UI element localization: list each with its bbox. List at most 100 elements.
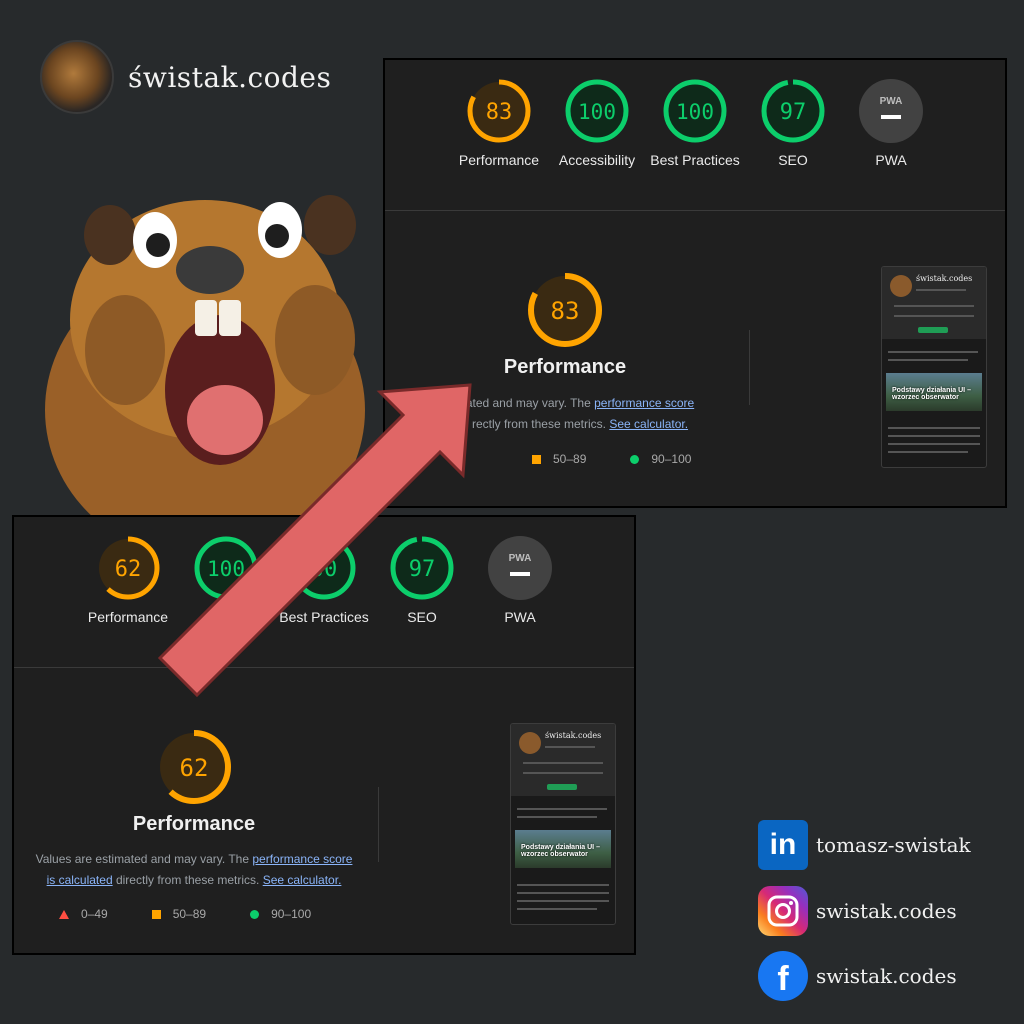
gauge-label: Acc bbox=[214, 609, 238, 625]
score-gauges: 83 Performance 100 Accessibility 100 Best Pra… bbox=[385, 76, 1005, 216]
score-legend: 0–49 50–89 90–100 bbox=[59, 907, 311, 921]
gauge-seo[interactable]: 97 SEO bbox=[746, 76, 840, 216]
marmot-mascot-illustration bbox=[45, 195, 365, 530]
thumb-title: świstak.codes bbox=[545, 731, 602, 740]
desc-text: rectly from these metrics. bbox=[471, 417, 606, 431]
thumb-article-image: Podstawy działania UI – wzorzec obserwat… bbox=[886, 373, 982, 411]
gauge-label: SEO bbox=[778, 152, 808, 168]
desc-text: ated and may vary. The bbox=[465, 396, 591, 410]
triangle-icon bbox=[59, 909, 69, 919]
gauge-ring: 97 bbox=[761, 79, 825, 143]
linkedin-handle[interactable]: tomasz-swistak bbox=[816, 833, 971, 857]
gauge-background bbox=[859, 79, 923, 143]
thumb-avatar-icon bbox=[890, 275, 912, 297]
gauge-ring: 100 bbox=[565, 79, 629, 143]
page-screenshot-thumbnail: świstak.codes Podstawy działania UI – wz… bbox=[510, 723, 616, 925]
gauge-score: 62 bbox=[115, 557, 142, 582]
square-icon bbox=[532, 454, 541, 464]
score-description: Values are estimated and may vary. The p… bbox=[29, 849, 359, 891]
legend-fail: 0–49 bbox=[59, 907, 108, 921]
instagram-handle[interactable]: swistak.codes bbox=[816, 899, 957, 923]
thumb-avatar-icon bbox=[519, 732, 541, 754]
linkedin-icon: in bbox=[758, 820, 808, 870]
brand: świstak.codes bbox=[40, 40, 331, 114]
circle-icon bbox=[630, 454, 640, 464]
gauge-label: SEO bbox=[407, 609, 437, 625]
gauge-seo[interactable]: 97 SEO bbox=[375, 533, 469, 673]
gauge-score: 100 bbox=[578, 100, 616, 124]
gauge-background bbox=[488, 536, 552, 600]
performance-score-link[interactable]: performance score bbox=[594, 396, 694, 410]
page-screenshot-thumbnail: świstak.codes Podstawy działania UI – wz… bbox=[881, 266, 987, 468]
facebook-icon: f bbox=[758, 951, 808, 1001]
pwa-dash-icon bbox=[881, 115, 901, 119]
see-calculator-link[interactable]: See calculator. bbox=[609, 417, 688, 431]
gauge-performance[interactable]: 83 Performance bbox=[452, 76, 546, 216]
gauge-acc[interactable]: 100 Acc bbox=[179, 533, 273, 673]
gauge-ring: 00 bbox=[292, 536, 356, 600]
gauge-label: PWA bbox=[504, 609, 536, 625]
is-calculated-link[interactable]: is calculated bbox=[47, 873, 113, 887]
vertical-separator bbox=[378, 787, 379, 862]
gauge-score: 00 bbox=[311, 557, 338, 582]
social-facebook[interactable]: f swistak.codes bbox=[758, 951, 957, 1001]
gauge-score: 100 bbox=[207, 557, 245, 581]
pwa-dash-icon bbox=[510, 572, 530, 576]
gauge-best-practices[interactable]: 00 Best Practices bbox=[277, 533, 371, 673]
gauge-score: 83 bbox=[486, 100, 513, 125]
performance-score-link[interactable]: performance score bbox=[252, 852, 352, 866]
performance-big-gauge: 83 bbox=[528, 273, 602, 347]
legend-average: 50–89 bbox=[532, 452, 586, 466]
see-calculator-link[interactable]: See calculator. bbox=[263, 873, 342, 887]
gauge-score: 97 bbox=[780, 100, 807, 125]
social-instagram[interactable]: swistak.codes bbox=[758, 886, 957, 936]
vertical-separator bbox=[749, 330, 750, 405]
circle-icon bbox=[250, 909, 260, 919]
divider bbox=[14, 667, 634, 668]
gauge-label: Best Practices bbox=[279, 609, 369, 625]
big-score-text: 83 bbox=[551, 297, 580, 325]
gauge-ring: 100 bbox=[663, 79, 727, 143]
pwa-badge-icon: PWA bbox=[509, 553, 532, 564]
gauge-ring: 62 bbox=[96, 536, 160, 600]
gauge-ring: 83 bbox=[467, 79, 531, 143]
performance-summary: 62 Performance bbox=[64, 727, 324, 836]
desc-text: directly from these metrics. bbox=[115, 873, 260, 887]
gauge-label: PWA bbox=[875, 152, 907, 168]
big-score-title: Performance bbox=[132, 813, 256, 835]
score-gauges: 62 Performance 100 Acc 00 Best Practices 97 SEO… bbox=[14, 533, 634, 673]
legend-average: 50–89 bbox=[151, 907, 206, 921]
gauge-ring: 97 bbox=[390, 536, 454, 600]
gauge-pwa[interactable]: PWA PWA bbox=[473, 533, 567, 673]
gauge-accessibility[interactable]: 100 Accessibility bbox=[550, 76, 644, 216]
gauge-label: Performance bbox=[458, 152, 540, 168]
divider bbox=[385, 210, 1005, 211]
facebook-handle[interactable]: swistak.codes bbox=[816, 964, 957, 988]
lighthouse-report-before: 62 Performance 100 Acc 00 Best Practices 97 SEO… bbox=[12, 515, 636, 955]
gauge-score: 97 bbox=[409, 557, 436, 582]
gauge-pwa[interactable]: PWA PWA bbox=[844, 76, 938, 216]
gauge-label: Best Practices bbox=[650, 152, 740, 168]
score-description: ated and may vary. The performance score… bbox=[415, 393, 745, 435]
gauge-label: Accessibility bbox=[558, 152, 636, 168]
performance-summary: 83 Performance bbox=[435, 270, 695, 379]
desc-text: Values are estimated and may vary. The bbox=[35, 852, 250, 866]
big-score-text: 62 bbox=[180, 754, 209, 782]
thumb-article-image: Podstawy działania UI – wzorzec obserwat… bbox=[515, 830, 611, 868]
gauge-performance[interactable]: 62 Performance bbox=[81, 533, 175, 673]
gauge-best-practices[interactable]: 100 Best Practices bbox=[648, 76, 742, 216]
pwa-badge-icon: PWA bbox=[880, 96, 903, 107]
instagram-icon bbox=[758, 886, 808, 936]
lighthouse-report-after: 83 Performance 100 Accessibility 100 Best Pra… bbox=[383, 58, 1007, 508]
legend-good: 90–100 bbox=[630, 452, 691, 466]
gauge-score: 100 bbox=[676, 100, 714, 124]
gauge-label: Performance bbox=[87, 609, 169, 625]
social-linkedin[interactable]: in tomasz-swistak bbox=[758, 820, 971, 870]
square-icon bbox=[151, 909, 161, 919]
marmot-avatar-icon bbox=[40, 40, 114, 114]
performance-big-gauge: 62 bbox=[157, 730, 231, 804]
brand-name: świstak.codes bbox=[128, 60, 332, 94]
gauge-ring: 100 bbox=[194, 536, 258, 600]
gauge-ring: PWA bbox=[488, 536, 552, 600]
thumb-title: świstak.codes bbox=[916, 274, 973, 283]
